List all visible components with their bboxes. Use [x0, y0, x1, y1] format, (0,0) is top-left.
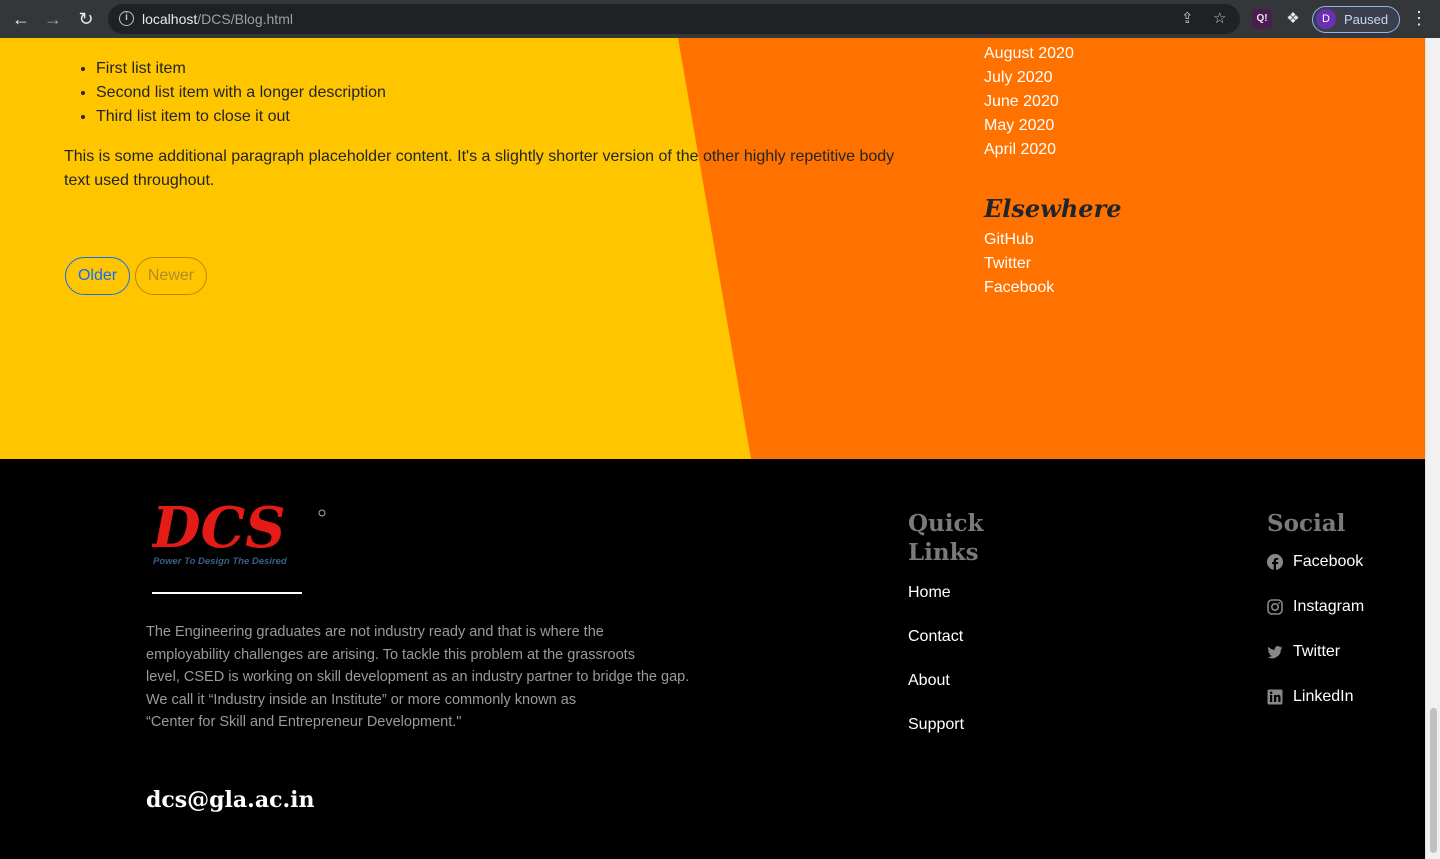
site-info-icon[interactable]: i: [119, 11, 134, 26]
quick-links-section: Quick Links Home Contact About Support: [908, 509, 988, 759]
about-line: We call it “Industry inside an Institute…: [146, 691, 577, 708]
avatar: D: [1316, 9, 1336, 29]
linkedin-icon: [1267, 689, 1283, 705]
list-item: Second list item with a longer descripti…: [96, 81, 914, 105]
list-item: First list item: [96, 57, 914, 81]
social-label: Facebook: [1293, 553, 1364, 570]
kebab-menu-icon[interactable]: ⋮: [1410, 8, 1428, 29]
extension-qa-icon[interactable]: Q!: [1252, 9, 1272, 29]
archive-link[interactable]: May 2020: [984, 114, 1284, 138]
about-line: level, CSED is working on skill developm…: [146, 669, 690, 685]
social-heading: Social: [1267, 510, 1346, 537]
archive-link[interactable]: April 2020: [984, 138, 1284, 162]
extensions-puzzle-icon[interactable]: ❖: [1283, 9, 1303, 29]
archive-link[interactable]: July 2020: [984, 66, 1284, 90]
social-link-facebook[interactable]: Facebook: [1267, 552, 1364, 597]
quick-links-heading: Quick Links: [908, 510, 984, 566]
social-section: Social Facebook Instagram Twitter Linked…: [1267, 509, 1364, 732]
post-paragraph: This is some additional paragraph placeh…: [64, 148, 895, 189]
profile-button[interactable]: D Paused: [1312, 6, 1400, 33]
newer-button[interactable]: Newer: [135, 257, 207, 295]
elsewhere-link[interactable]: Facebook: [984, 276, 1284, 300]
quick-link-home[interactable]: Home: [908, 583, 988, 603]
instagram-icon: [1267, 599, 1283, 615]
social-label: Instagram: [1293, 598, 1365, 615]
archive-link[interactable]: August 2020: [984, 42, 1284, 66]
address-bar[interactable]: i localhost/DCS/Blog.html ⇪ ☆: [108, 4, 1240, 34]
quick-link-about[interactable]: About: [908, 671, 988, 691]
post-list: First list item Second list item with a …: [96, 57, 914, 129]
site-footer: DCS Power To Design The Desired The Engi…: [0, 459, 1425, 859]
social-link-twitter[interactable]: Twitter: [1267, 642, 1364, 687]
older-button[interactable]: Older: [65, 257, 130, 295]
browser-toolbar: ← → ↻ i localhost/DCS/Blog.html ⇪ ☆ Q! ❖…: [0, 0, 1440, 38]
scrollbar-thumb[interactable]: [1430, 708, 1437, 853]
facebook-icon: [1267, 554, 1283, 570]
list-item: Third list item to close it out: [96, 105, 914, 129]
archive-link[interactable]: June 2020: [984, 90, 1284, 114]
about-line: “Center for Skill and Entrepreneur Devel…: [146, 714, 462, 730]
url-path: /DCS/Blog.html: [197, 11, 293, 27]
archive-list: August 2020 July 2020 June 2020 May 2020…: [984, 42, 1284, 162]
elsewhere-link[interactable]: Twitter: [984, 252, 1284, 276]
twitter-icon: [1267, 646, 1283, 659]
url-host: localhost: [142, 11, 198, 27]
sidebar: August 2020 July 2020 June 2020 May 2020…: [984, 38, 1284, 300]
page-scrollbar[interactable]: [1425, 38, 1440, 859]
url-text[interactable]: localhost/DCS/Blog.html: [142, 11, 293, 27]
quick-links-list: Home Contact About Support: [908, 583, 988, 735]
social-list: Facebook Instagram Twitter LinkedIn: [1267, 552, 1364, 732]
blog-main-section: First list item Second list item with a …: [0, 38, 1425, 459]
elsewhere-heading: Elsewhere: [984, 194, 1122, 223]
share-icon[interactable]: ⇪: [1181, 9, 1194, 27]
blog-post-body: First list item Second list item with a …: [64, 38, 914, 193]
logo-tagline: Power To Design The Desired: [153, 556, 287, 567]
elsewhere-list: GitHub Twitter Facebook: [984, 228, 1284, 300]
quick-link-contact[interactable]: Contact: [908, 627, 988, 647]
reload-icon[interactable]: ↻: [75, 9, 97, 31]
forward-arrow-icon[interactable]: →: [42, 9, 64, 31]
social-link-instagram[interactable]: Instagram: [1267, 597, 1364, 642]
elsewhere-link[interactable]: GitHub: [984, 228, 1284, 252]
contact-email[interactable]: dcs@gla.ac.in: [146, 787, 314, 813]
back-arrow-icon[interactable]: ←: [10, 9, 32, 31]
bookmark-star-icon[interactable]: ☆: [1213, 9, 1226, 27]
social-label: LinkedIn: [1293, 688, 1354, 705]
about-text: The Engineering graduates are not indust…: [146, 621, 721, 734]
social-link-linkedin[interactable]: LinkedIn: [1267, 687, 1364, 732]
about-line: The Engineering graduates are not indust…: [146, 624, 604, 640]
social-label: Twitter: [1293, 643, 1341, 660]
quick-link-support[interactable]: Support: [908, 715, 988, 735]
dcs-logo[interactable]: DCS Power To Design The Desired: [152, 495, 332, 570]
profile-status: Paused: [1344, 12, 1389, 27]
registered-mark-icon: [318, 509, 326, 517]
about-line: employability challenges are arising. To…: [146, 646, 635, 663]
logo-divider: [152, 592, 302, 594]
logo-text: DCS: [152, 495, 286, 561]
